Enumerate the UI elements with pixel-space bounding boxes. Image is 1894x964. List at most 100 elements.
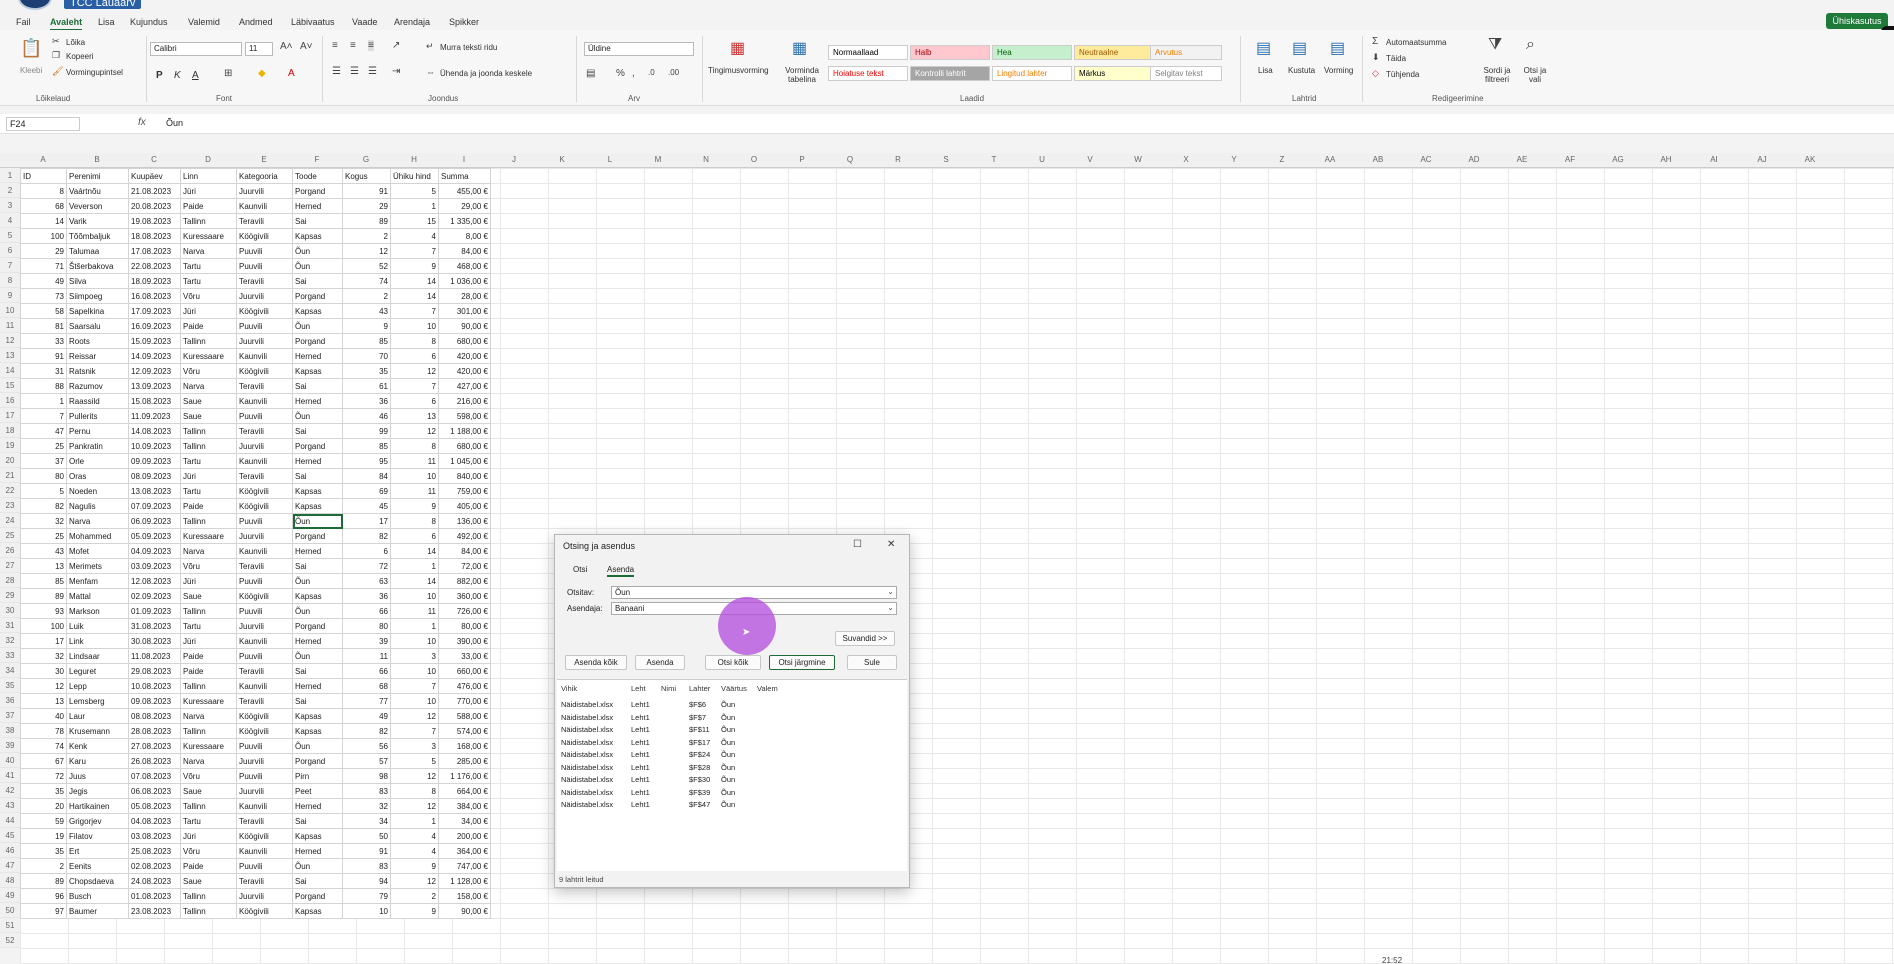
- col-header-name[interactable]: Nimi: [661, 684, 676, 693]
- cell[interactable]: 13: [390, 408, 439, 424]
- cell[interactable]: Jüri: [180, 183, 237, 199]
- cell[interactable]: Võru: [180, 363, 237, 379]
- cell[interactable]: Toode: [292, 168, 343, 184]
- cell[interactable]: 46: [342, 408, 391, 424]
- cell[interactable]: Porgand: [292, 528, 343, 544]
- cell[interactable]: 882,00 €: [438, 573, 491, 589]
- cell[interactable]: Nagulis: [66, 498, 129, 514]
- cell[interactable]: 9: [390, 858, 439, 874]
- cell[interactable]: Tartu: [180, 813, 237, 829]
- cell[interactable]: Kaunvili: [236, 678, 293, 694]
- cell[interactable]: 1: [390, 813, 439, 829]
- cell[interactable]: 35: [342, 363, 391, 379]
- column-header-y[interactable]: Y: [1210, 155, 1258, 164]
- cell[interactable]: 36: [342, 588, 391, 604]
- cell[interactable]: 4: [390, 843, 439, 859]
- cell[interactable]: Õun: [292, 603, 343, 619]
- cell[interactable]: Filatov: [66, 828, 129, 844]
- cell[interactable]: 6: [390, 348, 439, 364]
- cell[interactable]: Herned: [292, 543, 343, 559]
- cell[interactable]: 50: [342, 828, 391, 844]
- cell[interactable]: Reissar: [66, 348, 129, 364]
- cell[interactable]: Baumer: [66, 903, 129, 919]
- cell[interactable]: Teravili: [236, 813, 293, 829]
- format-as-table-button[interactable]: Vorminda tabelina: [782, 66, 822, 84]
- result-cell[interactable]: $F$47: [689, 800, 710, 809]
- result-cell[interactable]: Õun: [721, 700, 735, 709]
- cell[interactable]: Kuressaare: [180, 528, 237, 544]
- italic-button[interactable]: K: [174, 70, 181, 81]
- result-cell[interactable]: $F$39: [689, 788, 710, 797]
- row-header[interactable]: 21: [0, 468, 20, 483]
- cell[interactable]: Teravili: [236, 213, 293, 229]
- result-cell[interactable]: $F$11: [689, 725, 710, 734]
- cell[interactable]: 15: [390, 213, 439, 229]
- cell[interactable]: 14: [390, 273, 439, 289]
- cell[interactable]: Sai: [292, 468, 343, 484]
- cell[interactable]: 8: [390, 438, 439, 454]
- cell[interactable]: 03.09.2023: [128, 558, 181, 574]
- cell[interactable]: 2: [390, 888, 439, 904]
- style-neutral[interactable]: Neutraalne: [1074, 45, 1154, 60]
- result-cell[interactable]: Näidistabel.xlsx: [561, 750, 613, 759]
- autosum-button[interactable]: Automaatsumma: [1386, 38, 1446, 47]
- column-header-e[interactable]: E: [236, 155, 292, 164]
- cell[interactable]: 390,00 €: [438, 633, 491, 649]
- cell[interactable]: Kapsas: [292, 828, 343, 844]
- col-header-value[interactable]: Väärtus: [721, 684, 747, 693]
- cell[interactable]: Tallinn: [180, 723, 237, 739]
- cell[interactable]: 33,00 €: [438, 648, 491, 664]
- cell[interactable]: 82: [342, 723, 391, 739]
- cell[interactable]: 10: [390, 693, 439, 709]
- cell[interactable]: Pullerits: [66, 408, 129, 424]
- cell[interactable]: Teravili: [236, 468, 293, 484]
- cell[interactable]: 74: [342, 273, 391, 289]
- result-cell[interactable]: Leht1: [631, 750, 650, 759]
- cell[interactable]: Võru: [180, 558, 237, 574]
- cell[interactable]: 19: [20, 828, 67, 844]
- cell[interactable]: Leguret: [66, 663, 129, 679]
- cell[interactable]: 1: [390, 558, 439, 574]
- row-header[interactable]: 39: [0, 738, 20, 753]
- row-header[interactable]: 12: [0, 333, 20, 348]
- cell[interactable]: 25: [20, 438, 67, 454]
- tab-replace[interactable]: Asenda: [607, 565, 635, 577]
- column-header-d[interactable]: D: [180, 155, 236, 164]
- result-cell[interactable]: Leht1: [631, 738, 650, 747]
- row-header[interactable]: 48: [0, 873, 20, 888]
- row-header[interactable]: 18: [0, 423, 20, 438]
- result-cell[interactable]: Õun: [721, 800, 735, 809]
- cell[interactable]: Köögivili: [236, 483, 293, 499]
- result-cell[interactable]: $F$24: [689, 750, 710, 759]
- cell[interactable]: 04.09.2023: [128, 543, 181, 559]
- cell[interactable]: Kapsas: [292, 588, 343, 604]
- cell[interactable]: Köögivili: [236, 588, 293, 604]
- cell[interactable]: Jegis: [66, 783, 129, 799]
- cell[interactable]: Kuupäev: [128, 168, 181, 184]
- cell[interactable]: Juurvili: [236, 753, 293, 769]
- cell[interactable]: Mohammed: [66, 528, 129, 544]
- cell[interactable]: 01.08.2023: [128, 888, 181, 904]
- cell[interactable]: Paide: [180, 648, 237, 664]
- cell[interactable]: Ert: [66, 843, 129, 859]
- cell[interactable]: 57: [342, 753, 391, 769]
- cell[interactable]: 10: [390, 588, 439, 604]
- cell[interactable]: Tallinn: [180, 513, 237, 529]
- cell[interactable]: 82: [342, 528, 391, 544]
- cell[interactable]: 80: [342, 618, 391, 634]
- column-header-aj[interactable]: AJ: [1738, 155, 1786, 164]
- cell[interactable]: Jüri: [180, 303, 237, 319]
- column-header-aa[interactable]: AA: [1306, 155, 1354, 164]
- cell[interactable]: 24.08.2023: [128, 873, 181, 889]
- cell[interactable]: Herned: [292, 633, 343, 649]
- cell[interactable]: 28.08.2023: [128, 723, 181, 739]
- cell[interactable]: Porgand: [292, 333, 343, 349]
- cell[interactable]: Sai: [292, 663, 343, 679]
- cell[interactable]: 136,00 €: [438, 513, 491, 529]
- cell[interactable]: Narva: [180, 378, 237, 394]
- tab-help[interactable]: Spikker: [449, 17, 479, 27]
- result-cell[interactable]: Leht1: [631, 775, 650, 784]
- cell[interactable]: 90,00 €: [438, 903, 491, 919]
- row-header[interactable]: 45: [0, 828, 20, 843]
- cell[interactable]: Tallinn: [180, 423, 237, 439]
